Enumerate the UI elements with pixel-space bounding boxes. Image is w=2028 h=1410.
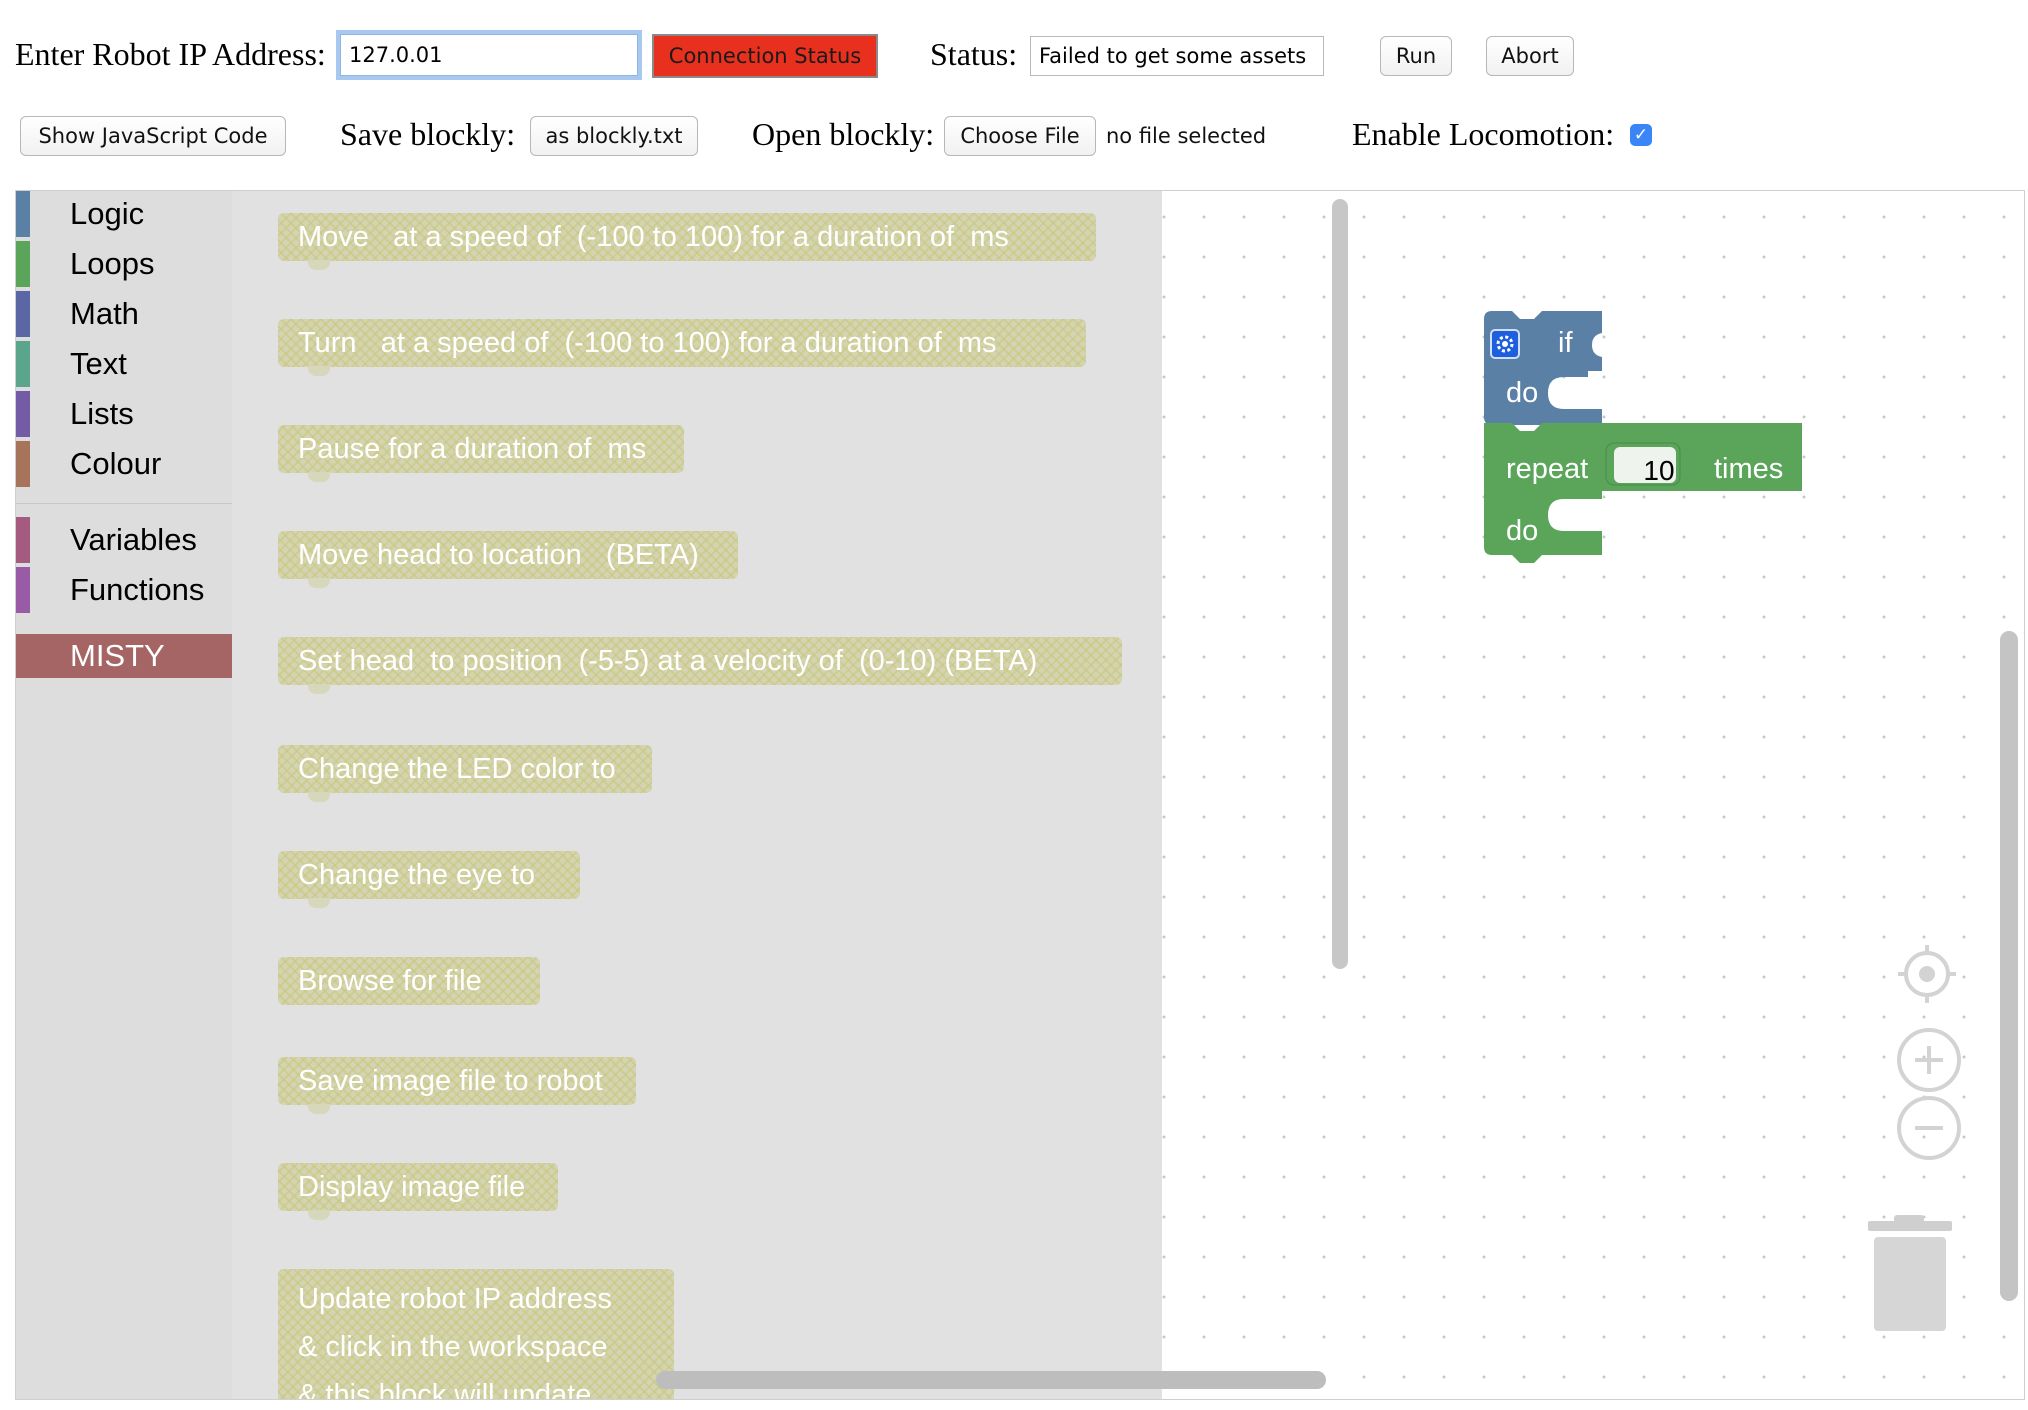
- block-connector: [308, 578, 330, 588]
- save-blockly-button[interactable]: as blockly.txt: [530, 116, 698, 156]
- led-color-block[interactable]: Change the LED color to: [278, 745, 652, 802]
- zoom-out-icon[interactable]: [1896, 1095, 1962, 1161]
- category-variables[interactable]: Variables: [16, 517, 232, 563]
- repeat-count-value[interactable]: 10: [1630, 455, 1688, 487]
- category-label: Variables: [70, 522, 197, 557]
- ip-address-input[interactable]: [340, 34, 638, 76]
- block-label: Set head to position (-5-5) at a velocit…: [298, 644, 1038, 677]
- category-label: Text: [70, 346, 127, 381]
- category-color-swatch: [16, 441, 30, 487]
- if-do-label: do: [1506, 377, 1539, 409]
- repeat-do-label: do: [1506, 515, 1539, 547]
- blockly-workspace[interactable]: Logic Loops Math Text Lists Colour Varia…: [15, 190, 2025, 1400]
- block-label: Move at a speed of (-100 to 100) for a d…: [298, 220, 1009, 253]
- pause-block[interactable]: Pause for a duration of ms: [278, 425, 684, 482]
- category-color-swatch: [16, 241, 30, 287]
- enable-locomotion-label: Enable Locomotion:: [1352, 116, 1615, 152]
- turn-block[interactable]: Turn at a speed of (-100 to 100) for a d…: [278, 319, 1086, 376]
- if-label: if: [1558, 327, 1573, 359]
- save-image-block[interactable]: Save image file to robot: [278, 1057, 636, 1114]
- choose-file-button[interactable]: Choose File: [944, 116, 1096, 156]
- toolbox-separator: [16, 503, 232, 504]
- move-head-block[interactable]: Move head to location (BETA): [278, 531, 738, 588]
- checkmark-icon: ✓: [1633, 125, 1649, 145]
- block-connector: [308, 792, 330, 802]
- status-field: Failed to get some assets: [1030, 36, 1324, 76]
- block-connector: [308, 472, 330, 482]
- zoom-in-icon[interactable]: [1896, 1027, 1962, 1093]
- trash-icon[interactable]: [1866, 1215, 1966, 1333]
- block-label: Display image file: [298, 1170, 526, 1203]
- category-color-swatch: [16, 517, 30, 563]
- flyout-scrollbar[interactable]: [1332, 199, 1348, 969]
- block-label: Pause for a duration of ms: [298, 432, 647, 465]
- category-label: Logic: [70, 196, 145, 231]
- block-connector: [308, 898, 330, 908]
- block-label-line: & this block will update: [298, 1379, 592, 1400]
- category-label: Math: [70, 296, 139, 331]
- locomotion-checkbox[interactable]: ✓: [1630, 124, 1652, 146]
- save-blockly-label: Save blockly:: [340, 116, 516, 152]
- workspace-blocks: [1484, 311, 1802, 563]
- block-connector: [308, 1210, 330, 1220]
- run-button[interactable]: Run: [1380, 36, 1452, 76]
- category-color-swatch: [16, 191, 30, 237]
- block-label: Browse for file: [298, 964, 482, 997]
- show-javascript-button[interactable]: Show JavaScript Code: [20, 116, 286, 156]
- toolbox: Logic Loops Math Text Lists Colour Varia…: [16, 191, 232, 1399]
- ip-address-label: Enter Robot IP Address:: [15, 36, 326, 72]
- category-label: MISTY: [70, 638, 165, 673]
- display-image-block[interactable]: Display image file: [278, 1163, 558, 1220]
- category-logic[interactable]: Logic: [16, 191, 232, 237]
- category-color-swatch: [16, 291, 30, 337]
- block-label-line: & click in the workspace: [298, 1331, 608, 1363]
- block-label-line: Update robot IP address: [298, 1283, 612, 1315]
- block-label: Change the LED color to: [298, 752, 616, 785]
- category-loops[interactable]: Loops: [16, 241, 232, 287]
- category-color-swatch: [16, 341, 30, 387]
- block-connector: [308, 1104, 330, 1114]
- move-block[interactable]: Move at a speed of (-100 to 100) for a d…: [278, 213, 1096, 270]
- category-misty[interactable]: MISTY: [16, 634, 232, 678]
- block-label: Change the eye to: [298, 858, 536, 891]
- category-label: Loops: [70, 246, 155, 281]
- recenter-icon[interactable]: [1896, 943, 1958, 1005]
- connection-status-button[interactable]: Connection Status: [652, 34, 878, 78]
- category-label: Functions: [70, 572, 205, 607]
- workspace-vertical-scrollbar[interactable]: [2000, 631, 2018, 1301]
- category-color-swatch: [16, 391, 30, 437]
- category-math[interactable]: Math: [16, 291, 232, 337]
- category-functions[interactable]: Functions: [16, 567, 232, 613]
- file-status-text: no file selected: [1106, 124, 1267, 148]
- block-label: Turn at a speed of (-100 to 100) for a d…: [298, 326, 997, 359]
- category-lists[interactable]: Lists: [16, 391, 232, 437]
- category-color-swatch: [16, 567, 30, 613]
- category-text[interactable]: Text: [16, 341, 232, 387]
- repeat-label: repeat: [1506, 453, 1589, 485]
- category-colour[interactable]: Colour: [16, 441, 232, 487]
- change-eye-block[interactable]: Change the eye to: [278, 851, 580, 908]
- category-label: Lists: [70, 396, 134, 431]
- block-connector: [308, 366, 330, 376]
- toolbox-flyout: Move at a speed of (-100 to 100) for a d…: [232, 191, 1348, 1400]
- abort-button[interactable]: Abort: [1486, 36, 1574, 76]
- status-label: Status:: [930, 36, 1018, 72]
- block-label: Save image file to robot: [298, 1064, 603, 1097]
- workspace-horizontal-scrollbar[interactable]: [656, 1371, 1326, 1389]
- block-connector: [308, 260, 330, 270]
- mutator-gear-icon[interactable]: [1490, 329, 1520, 359]
- browse-file-block[interactable]: Browse for file: [278, 957, 540, 1005]
- category-label: Colour: [70, 446, 162, 481]
- times-label: times: [1714, 453, 1784, 485]
- set-head-block[interactable]: Set head to position (-5-5) at a velocit…: [278, 637, 1122, 694]
- block-connector: [308, 684, 330, 694]
- open-blockly-label: Open blockly:: [752, 116, 935, 152]
- update-ip-block[interactable]: Update robot IP address & click in the w…: [278, 1269, 674, 1400]
- block-label: Move head to location (BETA): [298, 538, 699, 571]
